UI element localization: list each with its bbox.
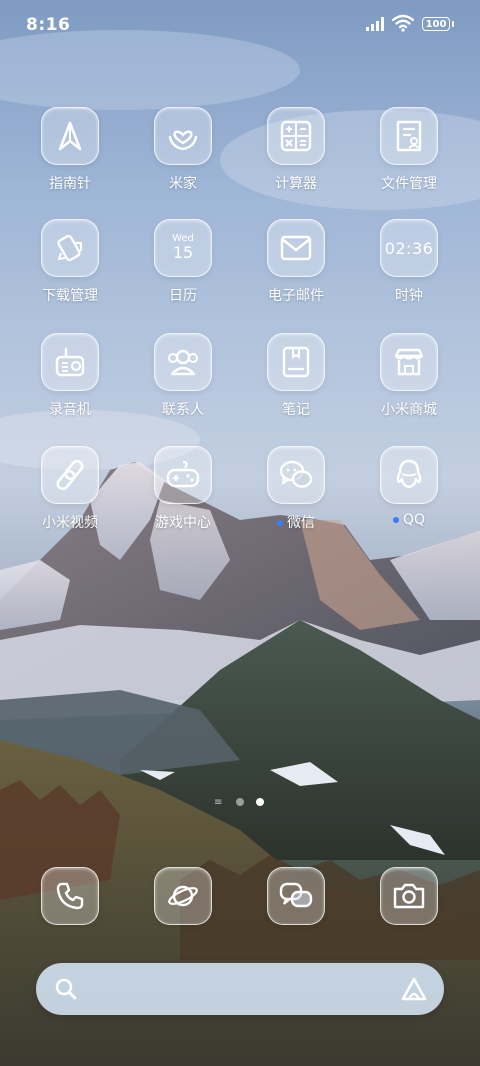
camera-icon <box>380 867 438 925</box>
app-label: 计算器 <box>275 176 317 192</box>
search-icon <box>55 978 77 1000</box>
messages-icon <box>267 867 325 925</box>
dock-camera[interactable] <box>359 867 459 925</box>
notes-icon <box>267 333 325 391</box>
app-mi-video[interactable]: 小米视频 <box>20 446 120 532</box>
app-mi-store[interactable]: 小米商城 <box>359 333 459 419</box>
app-label: 游戏中心 <box>155 515 211 531</box>
app-compass[interactable]: 指南针 <box>20 107 120 193</box>
app-mi-home[interactable]: 米家 <box>133 107 233 193</box>
status-bar: 8:16 100 <box>0 0 480 50</box>
email-icon <box>267 219 325 277</box>
app-contacts[interactable]: 联系人 <box>133 333 233 419</box>
app-download-manager[interactable]: 下载管理 <box>20 219 120 305</box>
app-label-text: 微信 <box>287 515 315 531</box>
download-manager-icon <box>41 219 99 277</box>
status-time: 8:16 <box>26 15 71 35</box>
app-label: 指南针 <box>49 176 91 192</box>
file-manager-icon <box>380 107 438 165</box>
app-label: 录音机 <box>49 402 91 418</box>
clock-time: 02:36 <box>384 238 434 258</box>
mi-store-icon <box>380 333 438 391</box>
app-wechat[interactable]: 微信 <box>246 446 346 532</box>
app-file-manager[interactable]: 文件管理 <box>359 107 459 193</box>
dock-phone[interactable] <box>20 867 120 925</box>
new-update-badge <box>277 520 283 526</box>
page-indicator[interactable]: ≡ <box>0 796 480 810</box>
wechat-icon <box>267 446 325 504</box>
app-label: 笔记 <box>282 402 310 418</box>
app-label: 小米商城 <box>381 402 437 418</box>
recorder-icon <box>41 333 99 391</box>
search-bar[interactable] <box>36 963 444 1015</box>
app-label: QQ <box>359 512 459 528</box>
dock-browser[interactable] <box>133 867 233 925</box>
app-calculator[interactable]: 计算器 <box>246 107 346 193</box>
page-dot-active[interactable] <box>256 798 264 806</box>
calculator-icon <box>267 107 325 165</box>
app-email[interactable]: 电子邮件 <box>246 219 346 305</box>
app-game-center[interactable]: 游戏中心 <box>133 446 233 532</box>
browser-icon <box>154 867 212 925</box>
app-qq[interactable]: QQ <box>359 446 459 528</box>
calendar-icon: Wed 15 <box>154 219 212 277</box>
new-update-badge <box>392 517 399 523</box>
app-label: 微信 <box>246 512 346 532</box>
phone-icon <box>41 867 99 925</box>
page-dot[interactable] <box>236 798 244 806</box>
compass-icon <box>41 107 99 165</box>
app-label: 日历 <box>169 288 197 304</box>
app-label-text: QQ <box>402 512 426 528</box>
mi-home-icon <box>154 107 212 165</box>
mi-video-icon <box>41 446 99 504</box>
clock-icon: 02:36 <box>380 219 438 277</box>
app-label: 联系人 <box>162 402 204 418</box>
app-clock[interactable]: 02:36 时钟 <box>359 219 459 305</box>
wifi-icon <box>392 14 414 32</box>
app-notes[interactable]: 笔记 <box>246 333 346 419</box>
contacts-icon <box>154 333 212 391</box>
app-label: 电子邮件 <box>268 288 324 304</box>
app-label: 小米视频 <box>42 515 98 531</box>
app-label: 文件管理 <box>381 176 437 192</box>
app-label: 米家 <box>169 176 197 192</box>
list-icon: ≡ <box>214 797 223 808</box>
calendar-day: 15 <box>172 243 194 262</box>
battery-indicator: 100 <box>422 17 454 31</box>
app-calendar[interactable]: Wed 15 日历 <box>133 219 233 305</box>
dock-messages[interactable] <box>246 867 346 925</box>
game-center-icon <box>154 446 212 504</box>
app-label: 时钟 <box>395 288 423 304</box>
app-recorder[interactable]: 录音机 <box>20 333 120 419</box>
cellular-signal-icon <box>366 17 384 31</box>
app-label: 下载管理 <box>42 288 98 304</box>
assistant-icon[interactable] <box>400 976 428 1002</box>
qq-icon <box>380 446 438 504</box>
